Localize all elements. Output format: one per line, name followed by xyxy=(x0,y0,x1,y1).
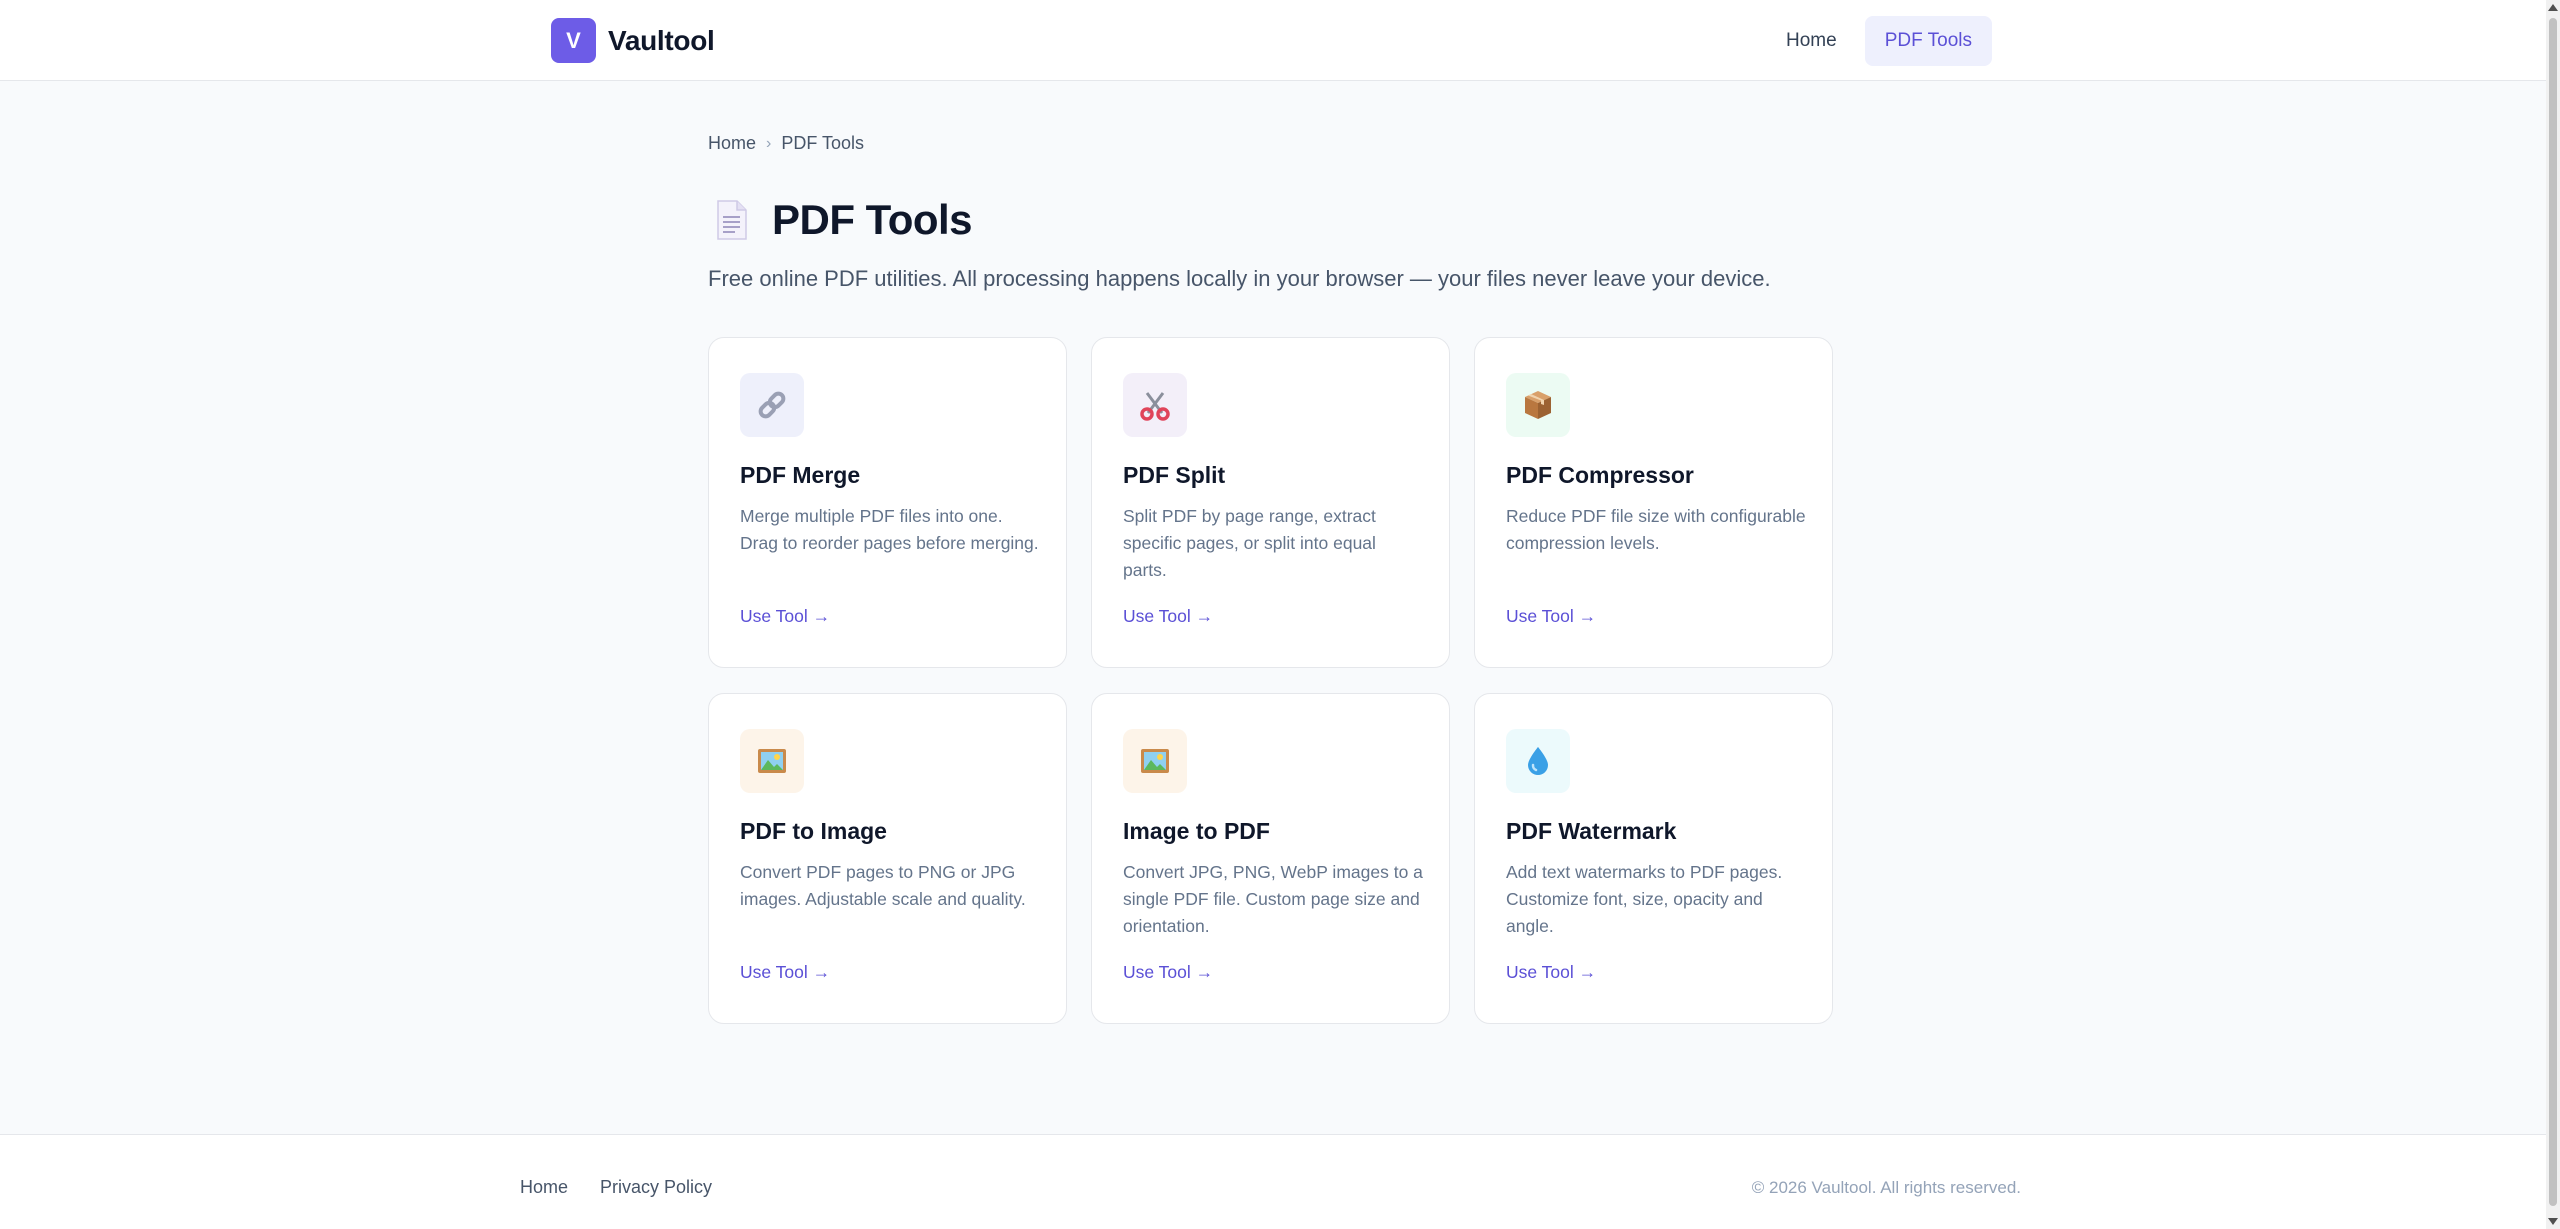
page-title: PDF Tools xyxy=(772,196,973,243)
framed-picture-icon xyxy=(1123,729,1187,793)
breadcrumb-current: PDF Tools xyxy=(781,133,865,153)
copyright-text: © 2026 Vaultool. All rights reserved. xyxy=(1751,1178,2021,1197)
logo-mark: V xyxy=(551,18,596,63)
page-scrollbar[interactable] xyxy=(2546,0,2560,1229)
droplet-icon xyxy=(1506,729,1570,793)
tool-title: PDF Compressor xyxy=(1506,462,1694,488)
tool-description: Reduce PDF file size with configurable c… xyxy=(1506,506,1806,553)
page-description: Free online PDF utilities. All processin… xyxy=(708,266,1771,291)
footer-link-privacy-policy[interactable]: Privacy Policy xyxy=(600,1177,712,1198)
tool-description: Convert PDF pages to PNG or JPG images. … xyxy=(740,862,1026,909)
tools-grid: PDF Merge Merge multiple PDF files into … xyxy=(708,337,1833,1024)
tool-title: PDF Merge xyxy=(740,462,861,488)
tool-title: PDF to Image xyxy=(740,818,887,844)
tool-title: Image to PDF xyxy=(1123,818,1270,844)
use-tool-link[interactable]: Use Tool → xyxy=(1123,962,1213,983)
breadcrumb-home[interactable]: Home xyxy=(708,133,756,154)
page-title-row: PDF Tools xyxy=(716,196,973,244)
footer-links: Home Privacy Policy xyxy=(520,1177,712,1198)
tool-description: Convert JPG, PNG, WebP images to a singl… xyxy=(1123,862,1423,936)
package-icon xyxy=(1506,373,1570,437)
use-tool-link[interactable]: Use Tool → xyxy=(1506,606,1596,627)
tool-card-pdf-to-image[interactable]: PDF to Image Convert PDF pages to PNG or… xyxy=(708,693,1067,1024)
tool-card-pdf-split[interactable]: PDF Split Split PDF by page range, extra… xyxy=(1091,337,1450,668)
tool-description: Merge multiple PDF files into one. Drag … xyxy=(740,506,1039,553)
brand-name: Vaultool xyxy=(608,24,715,56)
main-nav: Home PDF Tools xyxy=(1766,16,1992,66)
nav-pdf-tools[interactable]: PDF Tools xyxy=(1864,16,1992,66)
tool-card-pdf-watermark[interactable]: PDF Watermark Add text watermarks to PDF… xyxy=(1474,693,1833,1024)
tool-description: Add text watermarks to PDF pages. Custom… xyxy=(1506,862,1783,936)
tool-card-image-to-pdf[interactable]: Image to PDF Convert JPG, PNG, WebP imag… xyxy=(1091,693,1450,1024)
tool-card-pdf-compressor[interactable]: PDF Compressor Reduce PDF file size with… xyxy=(1474,337,1833,668)
site-header: V Vaultool Home PDF Tools xyxy=(0,0,2546,81)
use-tool-link[interactable]: Use Tool → xyxy=(740,606,830,627)
tool-card-pdf-merge[interactable]: PDF Merge Merge multiple PDF files into … xyxy=(708,337,1067,668)
tool-description: Split PDF by page range, extract specifi… xyxy=(1123,506,1376,580)
framed-picture-icon xyxy=(740,729,804,793)
brand-logo-link[interactable]: V Vaultool xyxy=(551,18,715,63)
scrollbar-thumb[interactable] xyxy=(2549,18,2557,1206)
footer-link-home[interactable]: Home xyxy=(520,1177,568,1198)
breadcrumb-separator: › xyxy=(766,134,772,152)
site-footer: Home Privacy Policy © 2026 Vaultool. All… xyxy=(0,1134,2546,1229)
scissors-icon xyxy=(1123,373,1187,437)
use-tool-link[interactable]: Use Tool → xyxy=(1506,962,1596,983)
tool-title: PDF Watermark xyxy=(1506,818,1677,844)
tool-title: PDF Split xyxy=(1123,462,1226,488)
link-icon xyxy=(740,373,804,437)
scroll-down-arrow-icon[interactable] xyxy=(2548,1218,2558,1225)
use-tool-link[interactable]: Use Tool → xyxy=(1123,606,1213,627)
nav-home[interactable]: Home xyxy=(1766,16,1857,66)
use-tool-link[interactable]: Use Tool → xyxy=(740,962,830,983)
breadcrumb: Home › PDF Tools xyxy=(708,133,864,154)
scroll-up-arrow-icon[interactable] xyxy=(2548,4,2558,11)
document-icon xyxy=(716,199,748,241)
